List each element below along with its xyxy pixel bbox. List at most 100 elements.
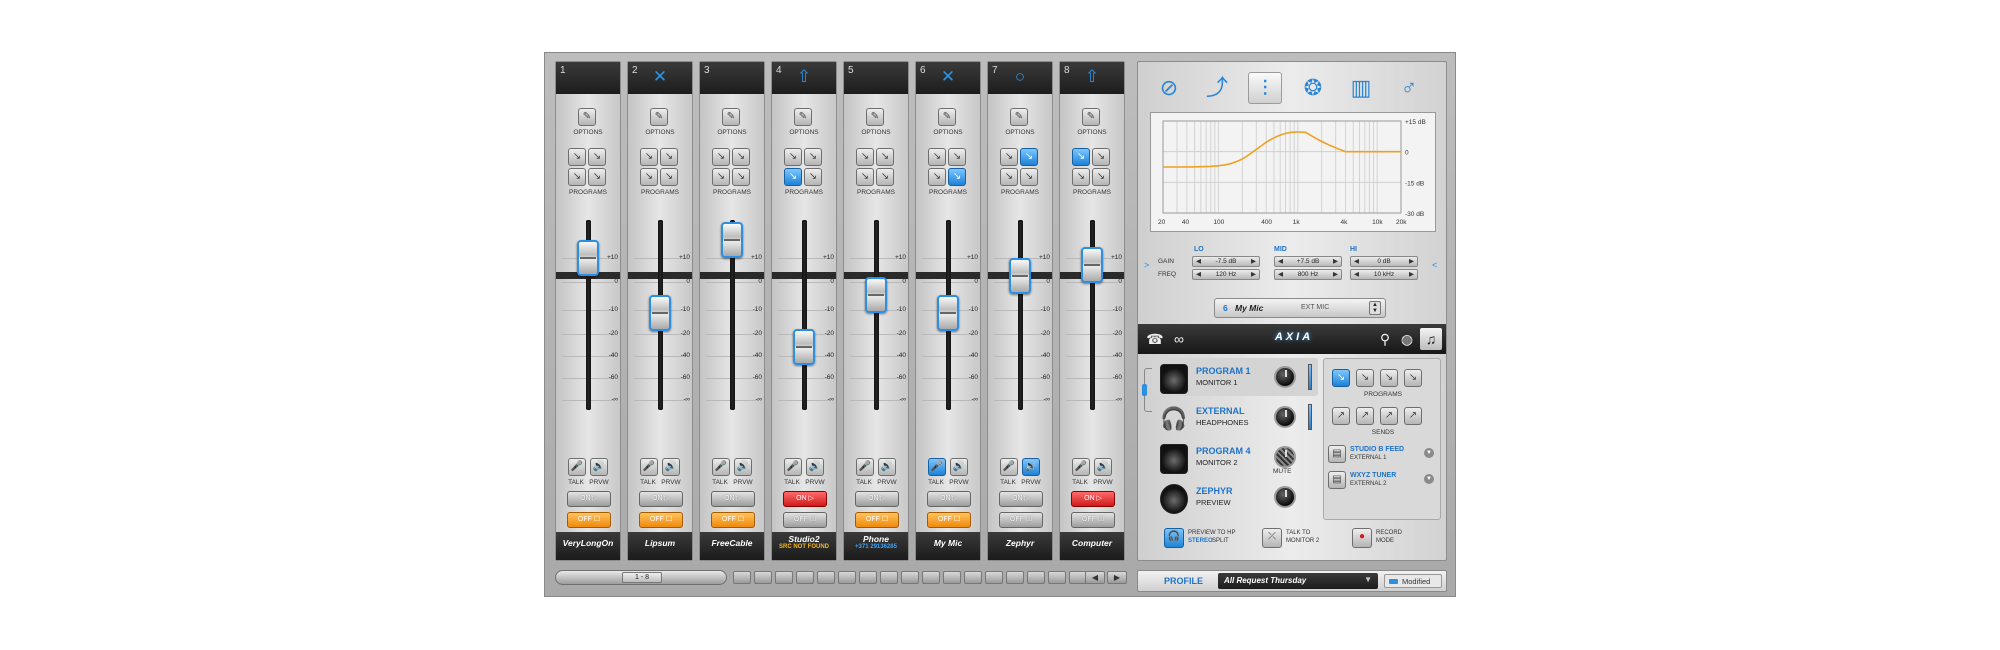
fader-knob[interactable] [865,276,887,313]
feed-dropdown-icon[interactable]: ▼ [1424,474,1434,484]
talk-button[interactable]: 🎤 [712,458,730,476]
options-button[interactable]: ✎ [1010,108,1028,126]
monitor-level-dial[interactable] [1274,486,1296,508]
preview-button[interactable]: 🔊 [1022,458,1040,476]
on-button[interactable]: ON ▷ [999,491,1043,507]
on-button[interactable]: ON ▷ [783,491,827,507]
on-button[interactable]: ON ▷ [855,491,899,507]
decrement-icon[interactable]: ◀ [1354,270,1359,279]
preview-button[interactable]: 🔊 [806,458,824,476]
pager-segment[interactable] [1006,571,1024,584]
meters-tool-icon[interactable]: ▥ [1344,72,1378,104]
program-2-button[interactable]: ↘ [1020,148,1038,166]
increment-icon[interactable]: ▶ [1333,270,1338,279]
options-button[interactable]: ✎ [938,108,956,126]
program-4-button[interactable]: ↘ [948,168,966,186]
dynamics-tool-icon[interactable]: ❂ [1296,72,1330,104]
send-1-button[interactable]: ↗ [1332,407,1350,425]
off-button[interactable]: OFF ☐ [711,512,755,528]
program-3-button[interactable]: ↘ [712,168,730,186]
on-button[interactable]: ON ▷ [711,491,755,507]
fader-knob[interactable] [721,222,743,258]
on-button[interactable]: ON ▷ [639,491,683,507]
program-1-button[interactable]: ↘ [712,148,730,166]
preview-button[interactable]: 🔊 [662,458,680,476]
pager-segment[interactable] [922,571,940,584]
preview-button[interactable]: 🔊 [590,458,608,476]
external-feed-button[interactable]: ▤ [1328,471,1346,489]
program-4-button[interactable]: ↘ [876,168,894,186]
monitor-program-4-button[interactable]: ↘ [1404,369,1422,387]
program-2-button[interactable]: ↘ [1092,148,1110,166]
pager-segment[interactable] [838,571,856,584]
options-button[interactable]: ✎ [722,108,740,126]
eq-gain-field[interactable]: ◀ 0 dB ▶ [1350,256,1418,267]
program-2-button[interactable]: ↘ [804,148,822,166]
decrement-icon[interactable]: ◀ [1354,257,1359,266]
program-4-button[interactable]: ↘ [1092,168,1110,186]
search-icon[interactable]: ⚲ [1374,328,1396,350]
program-1-button[interactable]: ↘ [640,148,658,166]
send-4-button[interactable]: ↗ [1404,407,1422,425]
increment-icon[interactable]: ▶ [1251,257,1256,266]
pager-segment[interactable] [733,571,751,584]
pager-segment[interactable] [775,571,793,584]
talk-button[interactable]: 🎤 [1000,458,1018,476]
options-button[interactable]: ✎ [794,108,812,126]
options-button[interactable]: ✎ [866,108,884,126]
pager-prev-button[interactable]: ◀ [1085,571,1105,584]
settings-tool-icon[interactable]: ♂ [1392,72,1426,104]
decrement-icon[interactable]: ◀ [1278,257,1283,266]
eq-gain-field[interactable]: ◀ +7.5 dB ▶ [1274,256,1342,267]
fader-knob[interactable] [793,329,815,365]
send-2-button[interactable]: ↗ [1356,407,1374,425]
off-button[interactable]: OFF ☐ [639,512,683,528]
pager-segment[interactable] [1048,571,1066,584]
talk-button[interactable]: 🎤 [856,458,874,476]
program-2-button[interactable]: ↘ [660,148,678,166]
pager-segment[interactable] [817,571,835,584]
program-3-button[interactable]: ↘ [1000,168,1018,186]
program-2-button[interactable]: ↘ [732,148,750,166]
increment-icon[interactable]: ▶ [1409,270,1414,279]
preview-button[interactable]: 🔊 [1094,458,1112,476]
pager-scroll-thumb[interactable]: 1 - 8 [555,570,727,585]
eq-freq-field[interactable]: ◀ 10 kHz ▶ [1350,269,1418,280]
stepper-icon[interactable]: ▲ ▼ [1369,301,1381,315]
preview-button[interactable]: 🔊 [734,458,752,476]
fader-knob[interactable] [1009,258,1031,294]
monitor-level-dial[interactable] [1274,406,1296,428]
preview-to-hp-icon[interactable]: 🎧 [1164,528,1184,548]
monitor-level-dial[interactable] [1274,446,1296,468]
decrement-icon[interactable]: ◀ [1196,270,1201,279]
options-tool-icon[interactable]: ⊘ [1152,72,1186,104]
record-mode-icon[interactable]: ● [1352,528,1372,548]
routing-tool-icon[interactable]: ⤴ [1200,72,1234,104]
pager-segment[interactable] [859,571,877,584]
monitor-program-3-button[interactable]: ↘ [1380,369,1398,387]
feed-dropdown-icon[interactable]: ▼ [1424,448,1434,458]
intercom-icon[interactable]: ☎ [1144,328,1166,350]
pager-segment[interactable] [901,571,919,584]
monitor-link-handle[interactable] [1142,384,1147,396]
eq-freq-field[interactable]: ◀ 120 Hz ▶ [1192,269,1260,280]
fader-knob[interactable] [937,295,959,331]
options-button[interactable]: ✎ [650,108,668,126]
talk-button[interactable]: 🎤 [640,458,658,476]
on-button[interactable]: ON ▷ [1071,491,1115,507]
program-3-button[interactable]: ↘ [640,168,658,186]
increment-icon[interactable]: ▶ [1409,257,1414,266]
options-button[interactable]: ✎ [578,108,596,126]
increment-icon[interactable]: ▶ [1333,257,1338,266]
external-feed-button[interactable]: ▤ [1328,445,1346,463]
profile-select[interactable]: All Request Thursday ▼ [1218,573,1378,589]
pager-segment[interactable] [1027,571,1045,584]
headphones-tab-icon[interactable]: ♫ [1420,328,1442,350]
talk-button[interactable]: 🎤 [784,458,802,476]
pager-segment[interactable] [964,571,982,584]
program-4-button[interactable]: ↘ [660,168,678,186]
program-1-button[interactable]: ↘ [784,148,802,166]
program-2-button[interactable]: ↘ [588,148,606,166]
decrement-icon[interactable]: ◀ [1278,270,1283,279]
off-button[interactable]: OFF ☐ [783,512,827,528]
